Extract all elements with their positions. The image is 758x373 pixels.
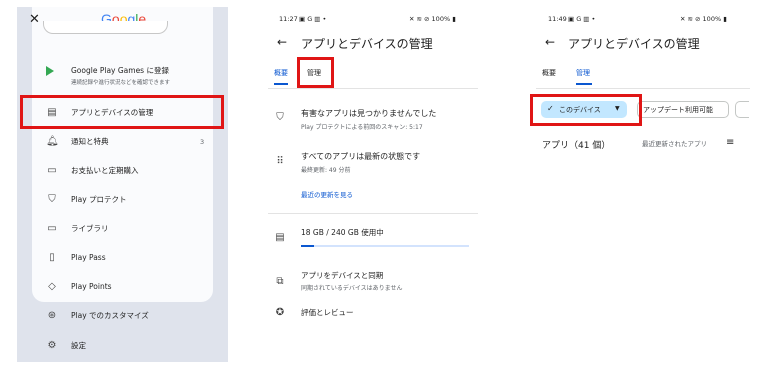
account-menu-panel bbox=[17, 7, 228, 362]
card-icon: ▭ bbox=[47, 165, 57, 176]
tabs-divider bbox=[536, 88, 750, 89]
section-divider bbox=[268, 213, 478, 214]
close-icon[interactable]: ✕ bbox=[29, 12, 40, 27]
gear-icon: ⚙ bbox=[47, 340, 57, 351]
menu-item-play-protect[interactable]: Play プロテクト bbox=[71, 195, 127, 205]
highlight-manage-tab bbox=[297, 57, 334, 88]
status-icons-left: ▣ G ▥ • bbox=[299, 15, 327, 23]
play-games-icon bbox=[46, 66, 54, 76]
highlight-manage-apps bbox=[20, 95, 224, 129]
storage-bar-fill bbox=[301, 245, 314, 247]
back-arrow-icon[interactable]: ← bbox=[277, 35, 287, 49]
chip-updates-label: アップデート利用可能 bbox=[643, 106, 713, 114]
protect-status-subtitle: Play プロテクトによる前回のスキャン: 5:17 bbox=[301, 124, 423, 131]
notifications-badge: 3 bbox=[200, 138, 205, 146]
storage-icon: ▤ bbox=[275, 232, 285, 243]
bell-icon: 🔔︎ bbox=[46, 136, 59, 147]
apps-grid-icon: ⠿ bbox=[276, 156, 284, 167]
sync-subtitle: 同期されているデバイスはありません bbox=[301, 285, 403, 292]
play-games-subtitle: 連続記録や進行状況などを確認できます bbox=[71, 80, 171, 86]
battery-percent: 100% bbox=[702, 15, 722, 23]
tab-manage[interactable]: 管理 bbox=[576, 68, 590, 78]
tab-overview[interactable]: 概要 bbox=[274, 68, 288, 78]
sync-devices-icon: ⧉ bbox=[276, 276, 284, 287]
filter-chip-more[interactable] bbox=[735, 101, 749, 118]
app-count-label: アプリ（41 個） bbox=[542, 141, 611, 151]
shield-check-icon: ⛉ bbox=[276, 112, 284, 123]
tabs-divider bbox=[268, 88, 478, 89]
highlight-this-device-chip bbox=[530, 94, 642, 126]
diamond-icon: ◇ bbox=[48, 281, 56, 292]
filter-chip-updates[interactable]: アップデート利用可能 bbox=[637, 101, 729, 118]
protect-status-title: 有害なアプリは見つかりませんでした bbox=[301, 109, 437, 118]
status-icons-right: ✕ ≋ ⊘ 100% ▮ bbox=[409, 15, 456, 23]
customize-icon: ⊛ bbox=[47, 310, 57, 321]
updates-status-title: すべてのアプリは最新の状態です bbox=[301, 152, 421, 161]
ticket-icon: ▯ bbox=[49, 252, 55, 263]
recent-updates-link[interactable]: 最近の更新を見る bbox=[301, 191, 353, 199]
play-games-title[interactable]: Google Play Games に登録 bbox=[71, 66, 169, 76]
shield-icon: ⛉ bbox=[48, 194, 56, 205]
sync-title[interactable]: アプリをデバイスと同期 bbox=[301, 271, 383, 281]
status-time: 11:49 bbox=[548, 15, 567, 23]
battery-percent: 100% bbox=[431, 15, 451, 23]
back-arrow-icon[interactable]: ← bbox=[545, 35, 555, 49]
sort-label[interactable]: 最近更新されたアプリ bbox=[642, 140, 707, 148]
folder-icon: ▭ bbox=[47, 223, 57, 234]
tab-overview[interactable]: 概要 bbox=[542, 68, 556, 78]
status-icons-right: ✕ ≋ ⊘ 100% ▮ bbox=[680, 15, 727, 23]
updates-status-subtitle: 最終更新: 49 分前 bbox=[301, 167, 351, 174]
star-icon: ✪ bbox=[275, 307, 285, 318]
search-field-edge[interactable] bbox=[43, 21, 168, 34]
tab-manage-indicator bbox=[576, 83, 592, 85]
menu-item-settings[interactable]: 設定 bbox=[71, 341, 86, 351]
sort-icon[interactable]: ≡ bbox=[726, 137, 734, 148]
storage-label: 18 GB / 240 GB 使用中 bbox=[301, 228, 384, 237]
menu-item-payments[interactable]: お支払いと定期購入 bbox=[71, 166, 139, 176]
status-time: 11:27 bbox=[279, 15, 298, 23]
ratings-reviews[interactable]: 評価とレビュー bbox=[301, 308, 354, 318]
menu-item-play-pass[interactable]: Play Pass bbox=[71, 253, 106, 263]
menu-item-library[interactable]: ライブラリ bbox=[71, 224, 109, 234]
status-icons-left: ▣ G ▥ • bbox=[568, 15, 596, 23]
page-title: アプリとデバイスの管理 bbox=[301, 37, 433, 51]
menu-item-play-points[interactable]: Play Points bbox=[71, 282, 112, 292]
page-title: アプリとデバイスの管理 bbox=[568, 37, 700, 51]
menu-item-notifications[interactable]: 通知と特典 bbox=[71, 137, 109, 147]
storage-bar-track bbox=[301, 245, 469, 247]
tab-overview-indicator bbox=[274, 83, 288, 85]
menu-item-customize[interactable]: Play でのカスタマイズ bbox=[71, 311, 149, 321]
